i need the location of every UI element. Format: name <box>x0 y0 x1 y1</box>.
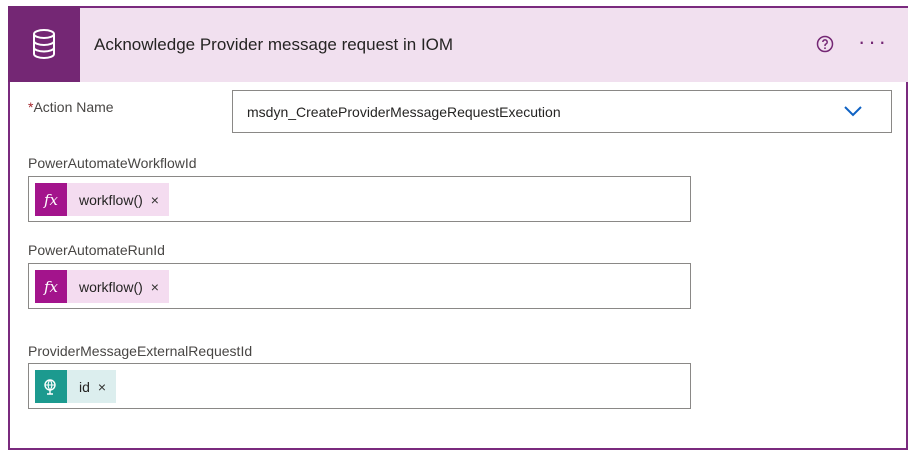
remove-token-icon[interactable]: × <box>98 379 106 395</box>
database-icon <box>8 6 80 82</box>
token-text: workflow() <box>79 278 143 295</box>
workflow-id-field[interactable]: fx workflow() × <box>28 176 691 222</box>
external-request-id-field[interactable]: id × <box>28 363 691 409</box>
more-options-icon[interactable]: ··· <box>858 31 889 53</box>
token-text: id <box>79 378 90 395</box>
help-icon[interactable] <box>816 35 834 53</box>
run-id-label: PowerAutomateRunId <box>28 242 165 258</box>
action-card: Acknowledge Provider message request in … <box>8 6 908 450</box>
action-name-label-text: Action Name <box>33 99 114 115</box>
expression-token[interactable]: fx workflow() × <box>35 270 169 303</box>
token-chip: workflow() × <box>67 270 169 303</box>
action-name-label: *Action Name <box>28 99 114 115</box>
action-name-value: msdyn_CreateProviderMessageRequestExecut… <box>247 104 561 120</box>
expression-token[interactable]: fx workflow() × <box>35 183 169 216</box>
remove-token-icon[interactable]: × <box>151 192 159 208</box>
card-header[interactable]: Acknowledge Provider message request in … <box>8 6 908 82</box>
token-chip: id × <box>67 370 117 403</box>
http-globe-icon <box>35 370 67 403</box>
remove-token-icon[interactable]: × <box>151 279 159 295</box>
external-request-id-label: ProviderMessageExternalRequestId <box>28 343 253 359</box>
run-id-field[interactable]: fx workflow() × <box>28 263 691 309</box>
action-name-dropdown[interactable]: msdyn_CreateProviderMessageRequestExecut… <box>232 90 892 133</box>
token-chip: workflow() × <box>67 183 169 216</box>
token-text: workflow() <box>79 191 143 208</box>
card-title: Acknowledge Provider message request in … <box>94 35 454 54</box>
dynamic-content-token[interactable]: id × <box>35 370 117 403</box>
workflow-id-label: PowerAutomateWorkflowId <box>28 155 197 171</box>
fx-icon: fx <box>35 183 67 216</box>
chevron-down-icon[interactable] <box>843 104 863 118</box>
fx-icon: fx <box>35 270 67 303</box>
